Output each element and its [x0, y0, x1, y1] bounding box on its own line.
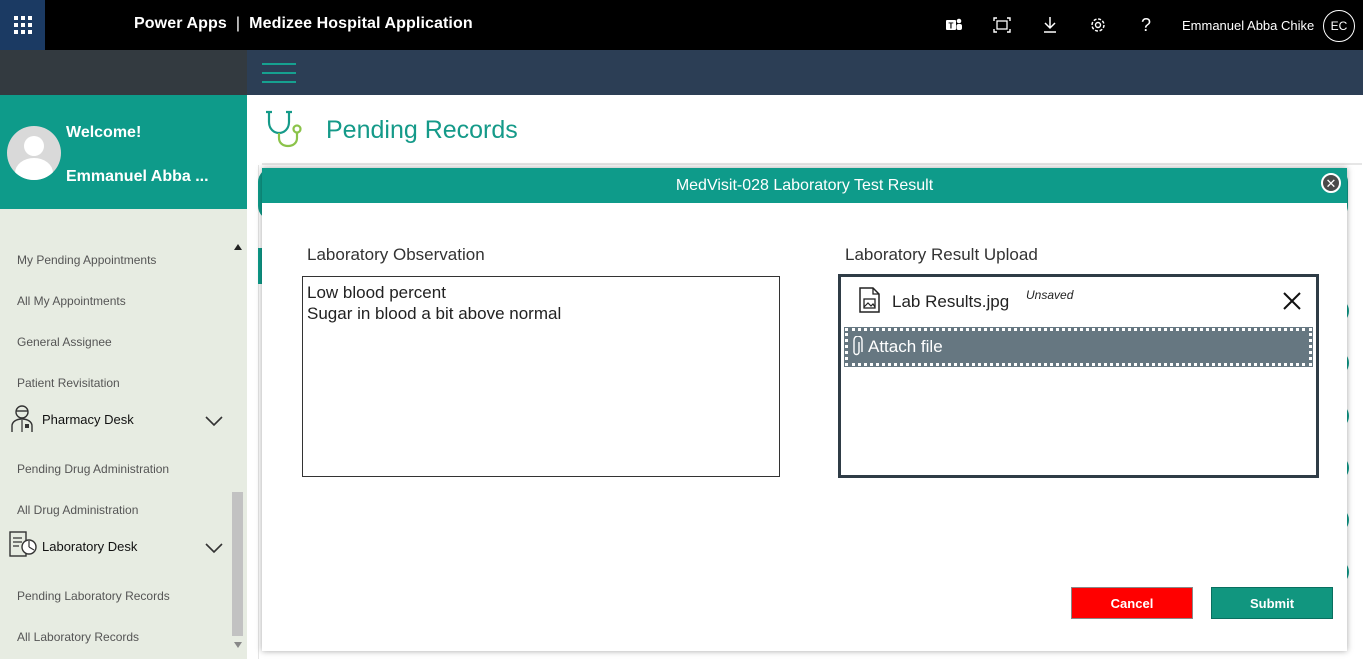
- sidebar-item-all-my-appointments[interactable]: All My Appointments: [17, 294, 126, 308]
- observation-label: Laboratory Observation: [307, 245, 485, 264]
- profile-avatar-icon: [7, 126, 61, 180]
- chevron-down-icon[interactable]: [204, 414, 224, 427]
- sidebar-item-pending-laboratory-records[interactable]: Pending Laboratory Records: [17, 589, 170, 603]
- sidebar-item-pending-drug-administration[interactable]: Pending Drug Administration: [17, 462, 169, 476]
- image-file-icon: [858, 287, 882, 313]
- attached-file-name[interactable]: Lab Results.jpg: [892, 292, 1009, 312]
- welcome-user-name: Emmanuel Abba ...: [66, 168, 209, 185]
- scroll-up-icon[interactable]: [234, 244, 242, 250]
- app-header: [247, 50, 1363, 95]
- title-separator: |: [235, 15, 241, 32]
- user-name[interactable]: Emmanuel Abba Chike: [1182, 18, 1314, 33]
- welcome-heading: Welcome!: [66, 124, 142, 141]
- remove-file-icon[interactable]: [1281, 290, 1303, 312]
- sidebar-item-my-pending-appointments[interactable]: My Pending Appointments: [17, 253, 156, 267]
- top-bar: Power Apps | Medizee Hospital Application …: [0, 0, 1363, 50]
- subheader-left: [0, 50, 247, 95]
- upload-label: Laboratory Result Upload: [845, 245, 1038, 264]
- waffle-icon[interactable]: [0, 0, 45, 50]
- app-subtitle: Medizee Hospital Application: [249, 15, 473, 32]
- submit-button[interactable]: Submit: [1211, 587, 1333, 619]
- paperclip-icon: [850, 335, 864, 358]
- app-name: Power Apps: [134, 15, 227, 32]
- app-title: Power Apps | Medizee Hospital Application: [134, 15, 473, 33]
- page-title: Pending Records: [326, 116, 518, 144]
- attach-file-label: Attach file: [868, 337, 943, 356]
- cancel-button[interactable]: Cancel: [1071, 587, 1193, 619]
- sidebar-item-all-drug-administration[interactable]: All Drug Administration: [17, 503, 138, 517]
- fit-screen-icon[interactable]: [992, 15, 1012, 35]
- file-status: Unsaved: [1026, 288, 1074, 302]
- pharmacist-icon: [8, 403, 36, 433]
- observation-line: Sugar in blood a bit above normal: [307, 304, 562, 323]
- hamburger-menu-icon[interactable]: [262, 62, 296, 84]
- svg-text:T: T: [949, 22, 954, 31]
- sidebar-item-all-laboratory-records[interactable]: All Laboratory Records: [17, 630, 139, 644]
- scroll-down-icon[interactable]: [234, 642, 242, 648]
- sidebar-item-patient-revisitation[interactable]: Patient Revisitation: [17, 376, 120, 390]
- sidebar-scrollbar[interactable]: [230, 236, 245, 656]
- observation-textarea[interactable]: Low blood percent Sugar in blood a bit a…: [302, 276, 780, 477]
- sidebar-group-laboratory-desk[interactable]: Laboratory Desk: [42, 539, 137, 554]
- user-avatar[interactable]: EC: [1323, 10, 1355, 42]
- download-icon[interactable]: [1040, 15, 1060, 35]
- close-icon[interactable]: ✕: [1321, 173, 1341, 193]
- attach-file-button[interactable]: Attach file: [844, 327, 1313, 367]
- lab-report-icon: [8, 530, 37, 560]
- observation-line: Low blood percent: [307, 283, 446, 302]
- teams-icon[interactable]: T: [944, 15, 964, 35]
- scrollbar-thumb[interactable]: [232, 492, 243, 636]
- sidebar-item-general-assignee[interactable]: General Assignee: [17, 335, 112, 349]
- stethoscope-icon: [264, 110, 312, 148]
- sidebar-group-pharmacy-desk[interactable]: Pharmacy Desk: [42, 412, 134, 427]
- help-icon[interactable]: ?: [1136, 15, 1156, 35]
- chevron-down-icon[interactable]: [204, 541, 224, 554]
- settings-icon[interactable]: [1088, 15, 1108, 35]
- dialog-title: MedVisit-028 Laboratory Test Result: [262, 168, 1347, 203]
